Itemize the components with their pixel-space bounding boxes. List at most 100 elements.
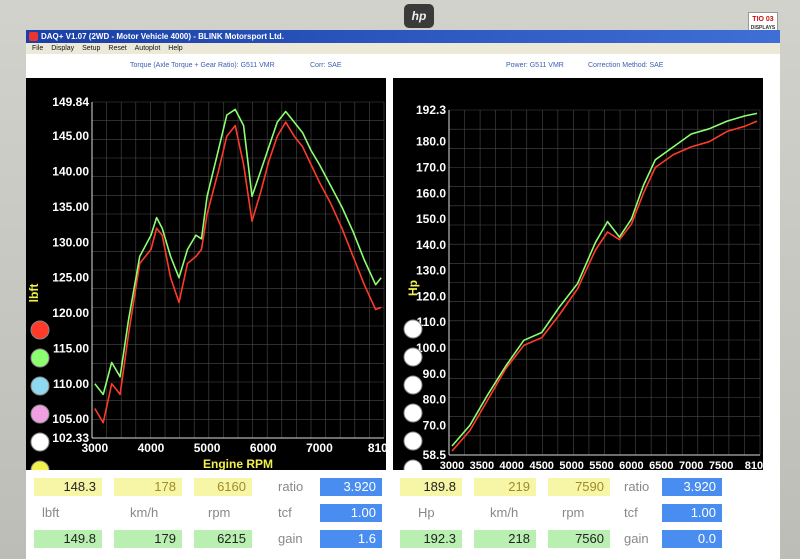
x-tick-label: 3000: [440, 460, 464, 470]
x-tick-label: 7000: [679, 460, 703, 470]
unit-lbft: lbft: [42, 505, 60, 520]
x-tick-label: 8100: [745, 460, 763, 470]
y-tick-label: 110.00: [53, 377, 89, 391]
power-rpm-current: 7590: [548, 478, 610, 496]
legend-dot: [30, 460, 50, 480]
y-tick-label: 120.0: [416, 289, 446, 303]
menu-reset[interactable]: Reset: [108, 45, 126, 52]
menu-display[interactable]: Display: [51, 45, 74, 52]
x-tick-label: 3500: [470, 460, 494, 470]
power-current: 189.8: [400, 478, 462, 496]
legend-dot: [30, 348, 50, 368]
y-tick-label: 170.0: [416, 161, 446, 175]
y-tick-label: 105.00: [52, 412, 89, 426]
unit-rpm: rpm: [208, 505, 231, 520]
x-tick-label: 7000: [306, 441, 333, 455]
badge-top: TIO 03: [752, 16, 774, 23]
unit-kmh: km/h: [130, 505, 159, 520]
y-tick-label: 160.0: [416, 186, 446, 200]
x-tick-label: 6000: [250, 441, 277, 455]
y-axis-label: lbft: [27, 284, 41, 303]
label-gain: gain: [278, 531, 303, 546]
unit-kmh-right: km/h: [490, 505, 519, 520]
torque-plot[interactable]: 149.84 145.00 140.00 135.00 130.00 125.00 120.…: [26, 78, 395, 480]
gain-input[interactable]: 1.6: [320, 530, 382, 548]
y-tick-label: 180.0: [416, 135, 446, 149]
charts-area: 149.84 145.00 140.00 135.00 130.00 125.00 120.…: [26, 78, 780, 488]
legend-dot: [403, 319, 423, 339]
rpm-current: 6160: [194, 478, 252, 496]
y-tick-label: 115.00: [53, 341, 89, 355]
ratio-input-right[interactable]: 3.920: [662, 478, 722, 496]
torque-peak: 149.8: [34, 530, 102, 548]
legend-dot: [403, 459, 423, 479]
y-tick-label: 70.0: [423, 418, 447, 432]
legend-dot: [30, 404, 50, 424]
x-tick-label: 5000: [559, 460, 583, 470]
monitor-bezel: hp TIO 03 DISPLAYS DAQ+ V1.07 (2WD - Mot…: [0, 0, 800, 559]
legend-dot: [403, 403, 423, 423]
legend-dot: [403, 431, 423, 451]
screen: DAQ+ V1.07 (2WD - Motor Vehicle 4000) - …: [26, 30, 780, 559]
label-ratio-right: ratio: [624, 479, 650, 494]
x-tick-label: 7500: [709, 460, 733, 470]
y-tick-label: 80.0: [423, 393, 447, 407]
x-tick-label: 4500: [529, 460, 553, 470]
power-chart-title: Power: G511 VMR: [506, 62, 564, 69]
speed-peak: 179: [114, 530, 182, 548]
torque-chart-title: Torque (Axle Torque + Gear Ratio): G511 …: [130, 62, 275, 69]
label-gain-right: gain: [624, 531, 649, 546]
power-speed-current: 219: [474, 478, 536, 496]
menu-autoplot[interactable]: Autoplot: [135, 45, 161, 52]
y-axis-label: Hp: [406, 280, 420, 296]
legend-dot: [30, 376, 50, 396]
label-tcf-right: tcf: [624, 505, 638, 520]
y-tick-label: 125.00: [52, 271, 89, 285]
legend-dot: [403, 375, 423, 395]
power-plot[interactable]: 192.3 180.0 170.0 160.0 150.0 140.0 130.0 120.0…: [393, 78, 769, 488]
app-icon: [29, 32, 38, 41]
power-peak: 192.3: [400, 530, 462, 548]
chart-header: Torque (Axle Torque + Gear Ratio): G511 …: [26, 54, 780, 78]
x-tick-label: 5500: [589, 460, 613, 470]
legend-dot: [30, 432, 50, 452]
power-chart-svg: 192.3 180.0 170.0 160.0 150.0 140.0 130.0 120.0…: [403, 103, 769, 488]
power-speed-peak: 218: [474, 530, 536, 548]
y-tick-label: 130.00: [52, 235, 89, 249]
x-tick-label: 4000: [138, 441, 165, 455]
y-tick-label: 149.84: [52, 95, 89, 109]
gain-input-right[interactable]: 0.0: [662, 530, 722, 548]
legend-dot: [403, 347, 423, 367]
speed-current: 178: [114, 478, 182, 496]
y-tick-label: 140.00: [52, 165, 89, 179]
rpm-peak: 6215: [194, 530, 252, 548]
readout-table: 148.3 178 6160 lbft km/h rpm 149.8 179 6…: [26, 470, 780, 559]
x-tick-label: 4000: [500, 460, 524, 470]
tcf-input-right[interactable]: 1.00: [662, 504, 722, 522]
y-tick-label: 130.0: [416, 264, 446, 278]
menu-setup[interactable]: Setup: [82, 45, 100, 52]
y-tick-label: 150.0: [416, 212, 446, 226]
tcf-input[interactable]: 1.00: [320, 504, 382, 522]
y-tick-label: 120.00: [52, 306, 89, 320]
torque-corr-label: Corr: SAE: [310, 62, 342, 69]
menu-file[interactable]: File: [32, 45, 43, 52]
x-tick-label: 5000: [194, 441, 221, 455]
power-corr-label: Correction Method: SAE: [588, 62, 664, 69]
x-tick-label: 6500: [649, 460, 673, 470]
label-tcf: tcf: [278, 505, 292, 520]
y-tick-label: 140.0: [416, 238, 446, 252]
hp-logo: hp: [404, 4, 434, 28]
x-axis-label: Engine RPM: [203, 457, 273, 470]
legend-dot: [30, 320, 50, 340]
label-ratio: ratio: [278, 479, 304, 494]
menu-bar: File Display Setup Reset Autoplot Help: [26, 43, 780, 54]
torque-current: 148.3: [34, 478, 102, 496]
x-tick-label: 8100: [368, 441, 386, 455]
unit-hp: Hp: [418, 505, 435, 520]
power-rpm-peak: 7560: [548, 530, 610, 548]
window-titlebar[interactable]: DAQ+ V1.07 (2WD - Motor Vehicle 4000) - …: [26, 30, 780, 43]
ratio-input[interactable]: 3.920: [320, 478, 382, 496]
y-tick-label: 192.3: [416, 103, 446, 117]
menu-help[interactable]: Help: [168, 45, 182, 52]
